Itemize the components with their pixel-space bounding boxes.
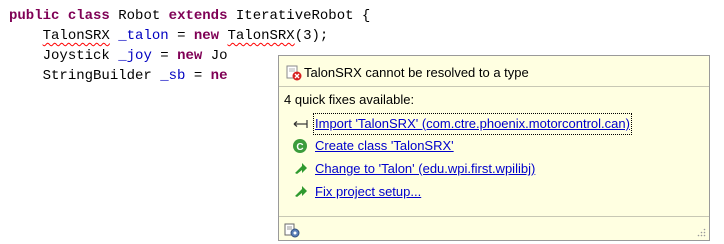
import-icon [293,120,308,128]
quick-fix-change-to-talon-link[interactable]: Change to 'Talon' (edu.wpi.first.wpilibj… [315,160,535,178]
quick-fix-project-setup[interactable]: Fix project setup... [292,183,702,203]
error-type-talonsrx[interactable]: TalonSRX [43,28,110,44]
field-talon: _talon [118,28,169,44]
quick-fix-count: 4 quick fixes available: [284,92,415,107]
quick-fix-project-setup-link[interactable]: Fix project setup... [315,183,421,201]
superclass-name: IterativeRobot [235,8,354,24]
constructor-partial: Jo [210,48,228,64]
resize-grip-icon[interactable] [697,228,706,237]
keyword-new-partial: ne [210,68,228,84]
assign-operator: = [177,28,186,44]
keyword-public: public [9,8,60,24]
change-icon [295,163,307,174]
configure-problem-severity-icon[interactable] [284,222,300,238]
svg-text:C: C [296,142,303,153]
quick-fix-popup[interactable]: TalonSRX cannot be resolved to a type 4 … [278,55,710,241]
assign-operator: = [160,48,169,64]
keyword-class: class [67,8,110,24]
change-icon [295,186,307,197]
quick-fix-create-class[interactable]: C Create class 'TalonSRX' [292,137,702,157]
code-line-talon-field[interactable]: TalonSRX _talon = new TalonSRX(3); [9,28,329,45]
code-line-joy-field[interactable]: Joystick _joy = new Jo [9,48,228,65]
code-line-sb-field[interactable]: StringBuilder _sb = ne [9,68,228,85]
quick-fix-title: TalonSRX cannot be resolved to a type [304,65,529,80]
type-joystick: Joystick [42,48,110,64]
assign-operator: = [193,68,203,84]
keyword-new: new [177,48,203,64]
field-joy: _joy [118,48,152,64]
keyword-extends: extends [168,8,228,24]
quick-fix-change-to-talon[interactable]: Change to 'Talon' (edu.wpi.first.wpilibj… [292,160,702,180]
error-icon [286,65,302,81]
header-divider [279,86,709,87]
quick-fix-header: TalonSRX cannot be resolved to a type [279,56,709,86]
keyword-new: new [193,28,220,44]
quick-fix-import[interactable]: Import 'TalonSRX' (com.ctre.phoenix.moto… [292,113,702,135]
error-constructor-talonsrx[interactable]: TalonSRX [228,28,295,44]
footer-divider [279,216,709,217]
code-line-class-declaration[interactable]: public class Robot extends IterativeRobo… [9,8,370,25]
open-brace: { [361,8,371,24]
class-name: Robot [118,8,161,24]
field-sb: _sb [160,68,186,84]
quick-fix-create-class-link[interactable]: Create class 'TalonSRX' [315,137,454,155]
type-stringbuilder: StringBuilder [42,68,152,84]
create-class-icon: C [293,139,307,153]
constructor-args: (3); [294,28,329,44]
quick-fix-import-link[interactable]: Import 'TalonSRX' (com.ctre.phoenix.moto… [313,113,632,135]
